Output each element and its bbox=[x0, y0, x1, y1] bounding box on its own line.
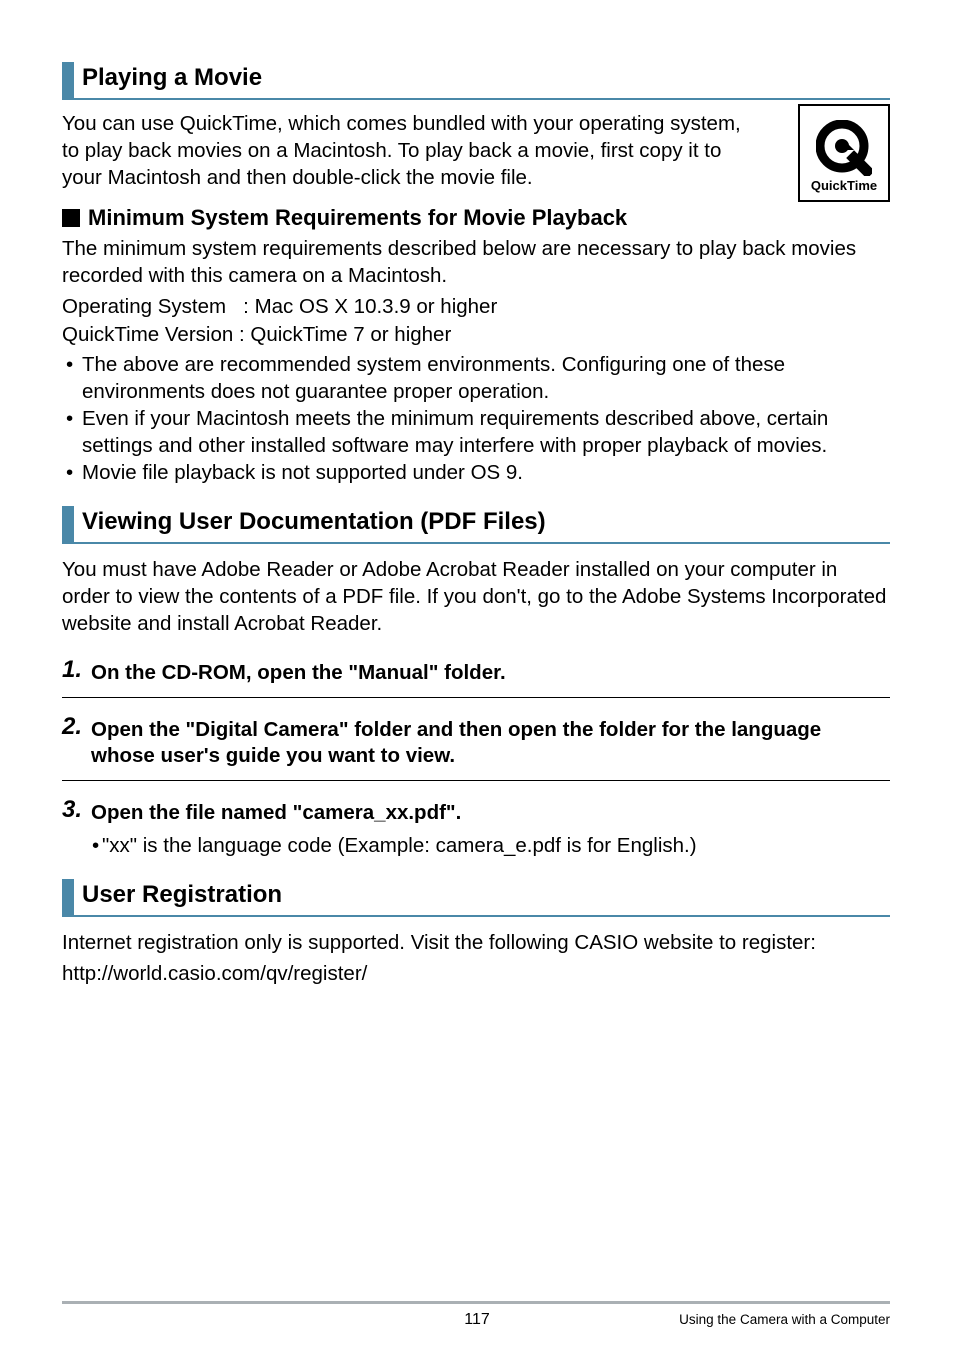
footer-divider bbox=[62, 1301, 890, 1304]
step-1: 1. On the CD-ROM, open the "Manual" fold… bbox=[62, 657, 890, 687]
step-divider bbox=[62, 780, 890, 781]
step-2: 2. Open the "Digital Camera" folder and … bbox=[62, 714, 890, 770]
section-title: User Registration bbox=[82, 879, 282, 915]
spec-qt: QuickTime Version : QuickTime 7 or highe… bbox=[62, 321, 890, 349]
sub-heading-min-requirements: Minimum System Requirements for Movie Pl… bbox=[62, 205, 890, 231]
spec-qt-label: QuickTime Version bbox=[62, 323, 233, 346]
quicktime-icon bbox=[816, 120, 872, 176]
step-divider bbox=[62, 697, 890, 698]
section-accent-bar bbox=[62, 62, 74, 98]
section-header-playing-movie: Playing a Movie bbox=[62, 62, 890, 100]
quicktime-label: QuickTime bbox=[811, 178, 877, 193]
page-footer: 117 Using the Camera with a Computer bbox=[0, 1301, 954, 1327]
footer-row: 117 Using the Camera with a Computer bbox=[62, 1312, 890, 1327]
step-text: Open the file named "camera_xx.pdf". bbox=[91, 797, 461, 827]
footer-chapter: Using the Camera with a Computer bbox=[679, 1312, 890, 1327]
quicktime-logo-box: QuickTime bbox=[798, 104, 890, 202]
step-3-note: "xx" is the language code (Example: came… bbox=[62, 833, 890, 860]
section-accent-bar bbox=[62, 879, 74, 915]
bullet-item: Even if your Macintosh meets the minimum… bbox=[62, 405, 890, 459]
playing-movie-intro: You can use QuickTime, which comes bundl… bbox=[62, 110, 748, 191]
bullet-item: Movie file playback is not supported und… bbox=[62, 459, 890, 486]
section-user-registration: User Registration Internet registration … bbox=[62, 879, 890, 987]
step-number: 3. bbox=[62, 797, 82, 823]
section-header-user-registration: User Registration bbox=[62, 879, 890, 917]
step-3: 3. Open the file named "camera_xx.pdf". bbox=[62, 797, 890, 827]
viewing-docs-intro: You must have Adobe Reader or Adobe Acro… bbox=[62, 556, 890, 637]
spec-sep: : bbox=[243, 295, 249, 318]
step-number: 2. bbox=[62, 714, 82, 740]
sub-heading-text: Minimum System Requirements for Movie Pl… bbox=[88, 205, 627, 231]
spec-sep: : bbox=[239, 323, 245, 346]
section-title: Viewing User Documentation (PDF Files) bbox=[82, 506, 546, 542]
section-header-viewing-docs: Viewing User Documentation (PDF Files) bbox=[62, 506, 890, 544]
section-accent-bar bbox=[62, 506, 74, 542]
spec-os-label: Operating System bbox=[62, 295, 226, 318]
spec-os: Operating System : Mac OS X 10.3.9 or hi… bbox=[62, 293, 890, 321]
requirements-bullets: The above are recommended system environ… bbox=[62, 351, 890, 486]
step-number: 1. bbox=[62, 657, 82, 683]
step-text: On the CD-ROM, open the "Manual" folder. bbox=[91, 657, 506, 687]
square-bullet-icon bbox=[62, 209, 80, 227]
requirements-intro: The minimum system requirements describe… bbox=[62, 235, 890, 289]
section-viewing-docs: Viewing User Documentation (PDF Files) Y… bbox=[62, 506, 890, 859]
page-content: Playing a Movie You can use QuickTime, w… bbox=[0, 0, 954, 987]
registration-body: Internet registration only is supported.… bbox=[62, 929, 890, 956]
spec-qt-value: QuickTime 7 or higher bbox=[250, 323, 451, 346]
section-title: Playing a Movie bbox=[82, 62, 262, 98]
step-text: Open the "Digital Camera" folder and the… bbox=[91, 714, 890, 770]
bullet-item: The above are recommended system environ… bbox=[62, 351, 890, 405]
registration-url: http://world.casio.com/qv/register/ bbox=[62, 960, 890, 987]
spec-os-value: Mac OS X 10.3.9 or higher bbox=[255, 295, 498, 318]
page-number: 117 bbox=[464, 1311, 490, 1329]
